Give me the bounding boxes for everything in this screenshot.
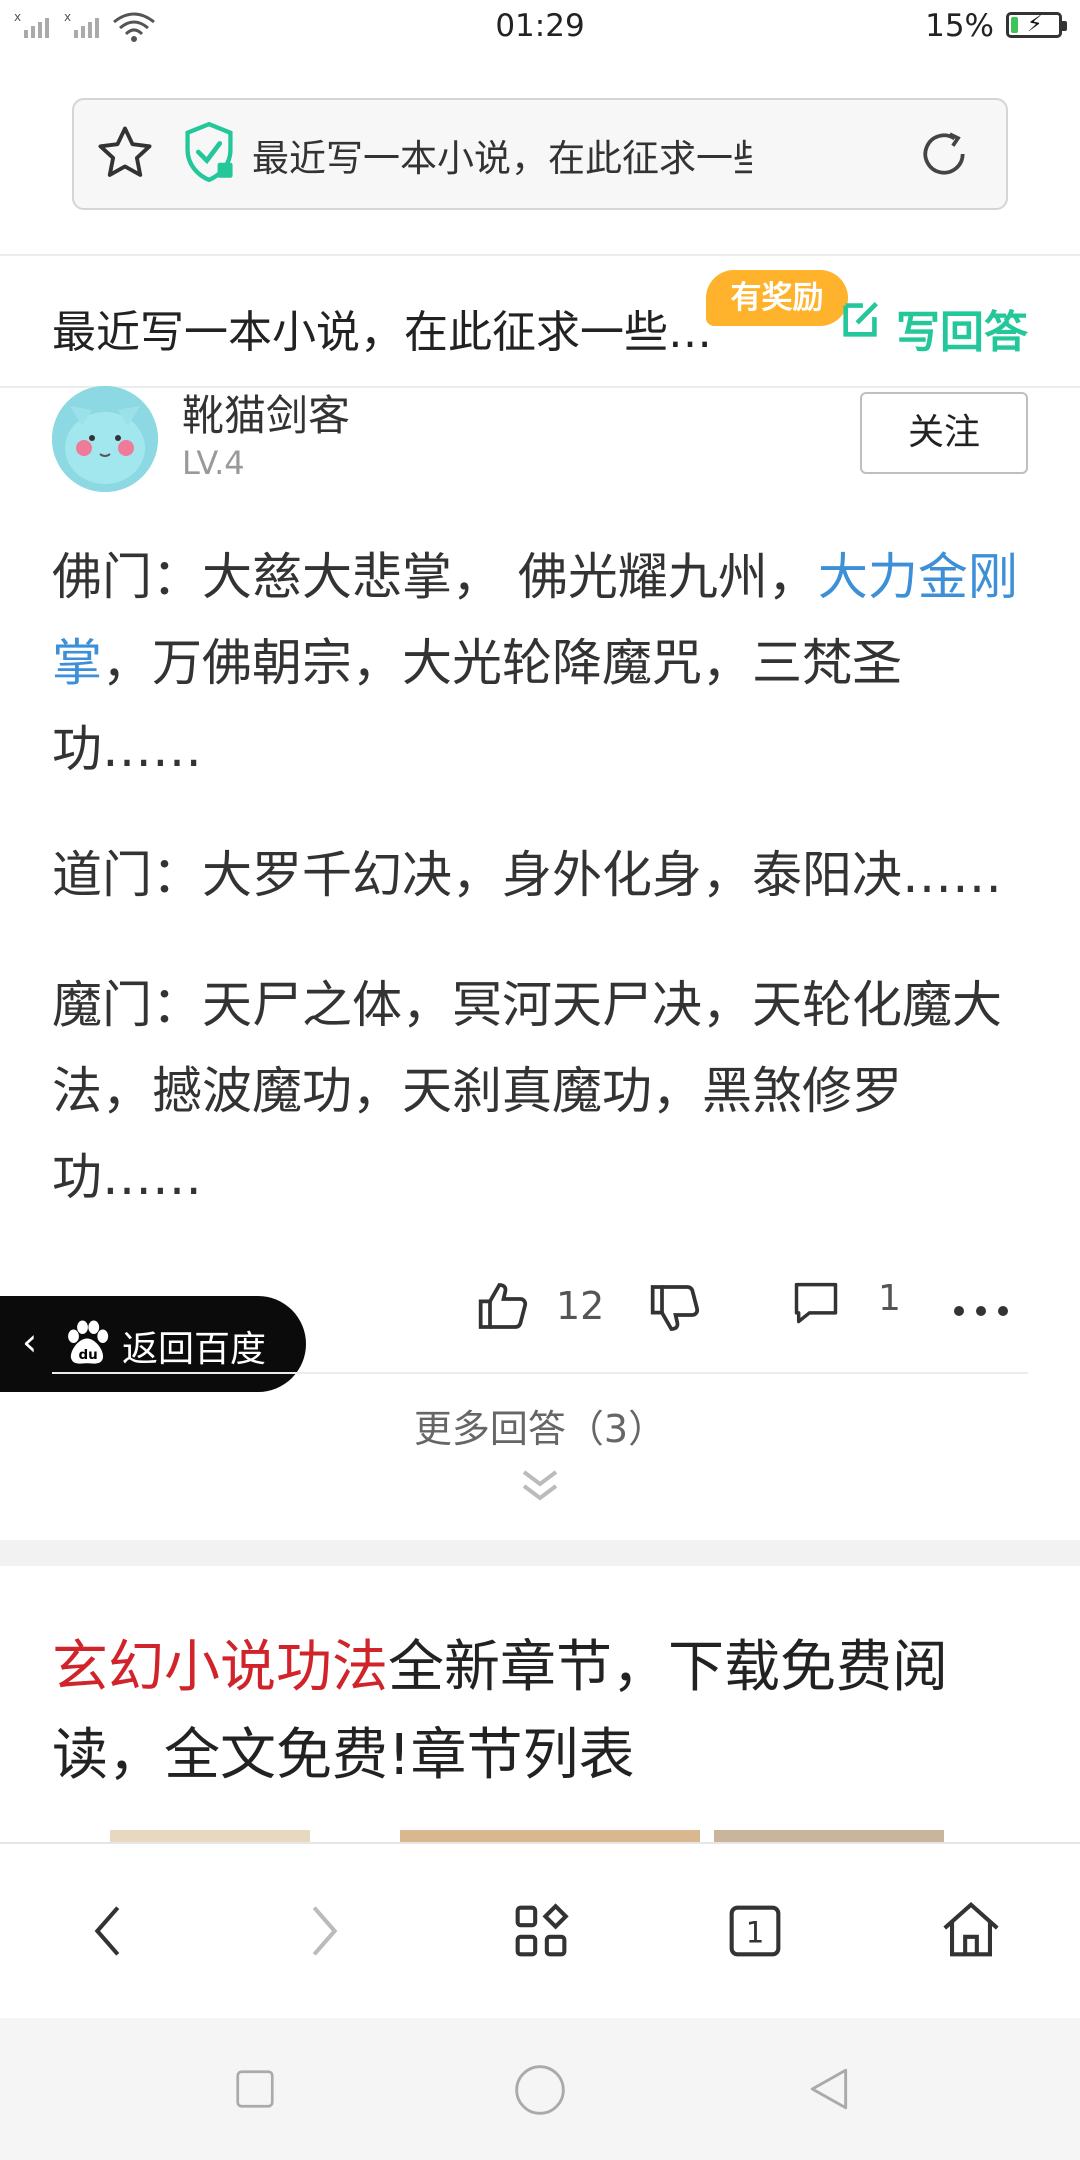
- edit-icon[interactable]: [838, 296, 884, 342]
- answer-paragraph: 佛门：大慈大悲掌， 佛光耀九州，大力金刚掌，万佛朝宗，大光轮降魔咒，三梵圣功……: [52, 534, 1032, 792]
- divider: [0, 386, 1080, 388]
- comment-icon[interactable]: [790, 1276, 842, 1328]
- section-separator: [0, 1540, 1080, 1566]
- write-answer-button[interactable]: 写回答: [896, 296, 1028, 360]
- address-bar[interactable]: 最近写一本小说，在此征求一些…: [72, 98, 1008, 210]
- battery-charging-icon: ⚡: [1006, 12, 1067, 38]
- more-icon[interactable]: [952, 1304, 1010, 1318]
- svg-text:du: du: [78, 1347, 97, 1363]
- paragraph-text: ，万佛朝宗，大光轮降魔咒，三梵圣功……: [52, 634, 902, 778]
- ad-highlight: 玄幻小说功法: [52, 1635, 388, 1700]
- answer-paragraph: 魔门：天尸之体，冥河天尸决，天轮化魔大法，撼波魔功，天刹真魔功，黑煞修罗功……: [52, 976, 1002, 1206]
- home-icon[interactable]: [936, 1896, 1006, 1966]
- divider: [52, 1372, 1028, 1374]
- ad-image-strip[interactable]: [100, 1830, 980, 1842]
- tab-count: 1: [746, 1916, 765, 1950]
- reward-badge: 有奖励: [706, 270, 848, 326]
- paragraph-text: 佛门：大慈大悲掌， 佛光耀九州，: [52, 548, 818, 606]
- question-title[interactable]: 最近写一本小说，在此征求一些…: [52, 296, 712, 360]
- menu-grid-icon[interactable]: [506, 1896, 576, 1966]
- refresh-icon[interactable]: [916, 126, 972, 182]
- follow-button[interactable]: 关注: [860, 392, 1028, 474]
- user-level: LV.4: [182, 444, 245, 482]
- star-icon[interactable]: [94, 122, 156, 184]
- circle-icon[interactable]: [512, 2062, 568, 2118]
- ad-title[interactable]: 玄幻小说功法全新章节，下载免费阅读，全文免费!章节列表: [52, 1624, 1042, 1800]
- square-icon[interactable]: [232, 2066, 278, 2112]
- username[interactable]: 靴猫剑客: [182, 382, 350, 443]
- like-count: 12: [556, 1284, 605, 1328]
- thumbs-down-icon[interactable]: [648, 1280, 704, 1336]
- back-to-baidu-button[interactable]: ‹ du 返回百度: [0, 1296, 306, 1392]
- shield-check-icon: [185, 122, 233, 182]
- back-icon[interactable]: [74, 1896, 144, 1966]
- back-to-baidu-label: 返回百度: [122, 1329, 267, 1370]
- comment-count: 1: [878, 1278, 901, 1319]
- clock: 01:29: [495, 8, 585, 44]
- thumbs-up-icon[interactable]: [476, 1278, 532, 1334]
- baidu-paw-icon: du: [68, 1320, 109, 1364]
- status-bar: x x 01:29 15% ⚡: [0, 0, 1080, 56]
- forward-icon[interactable]: [288, 1896, 358, 1966]
- answer-paragraph: 道门：大罗千幻决，身外化身，泰阳决……: [52, 846, 1002, 904]
- chevron-double-down-icon[interactable]: [516, 1464, 564, 1504]
- battery-percent: 15%: [925, 8, 994, 44]
- tabs-icon[interactable]: 1: [720, 1896, 790, 1966]
- system-navigation-bar: [0, 2018, 1080, 2160]
- triangle-back-icon[interactable]: [804, 2064, 854, 2114]
- browser-toolbar: 1: [0, 1842, 1080, 2020]
- url-text[interactable]: 最近写一本小说，在此征求一些…: [252, 128, 752, 182]
- chevron-left-icon: ‹: [22, 1320, 38, 1364]
- avatar[interactable]: [52, 386, 158, 492]
- divider: [0, 254, 1080, 256]
- more-answers-link[interactable]: 更多回答（3）: [0, 1398, 1080, 1453]
